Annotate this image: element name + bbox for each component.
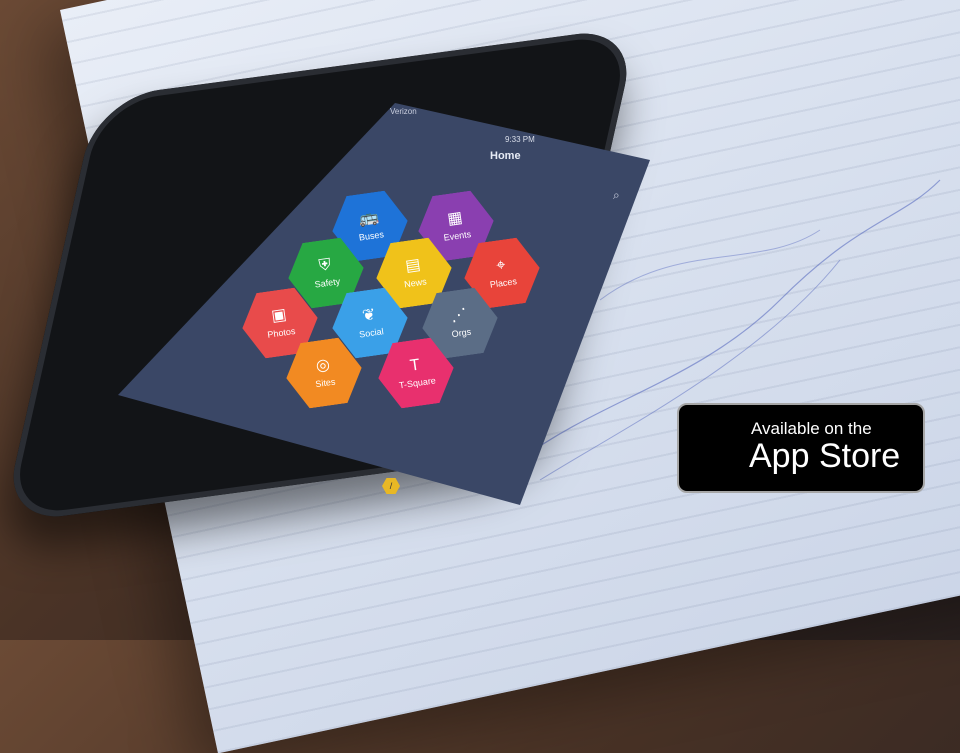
tile-label: Buses <box>358 229 385 243</box>
photo-icon: ▣ <box>270 306 288 326</box>
tile-label: Social <box>358 326 385 340</box>
status-bar: Verizon <box>390 107 417 116</box>
map-pin-icon: ⌖ <box>495 256 507 275</box>
shield-icon: ⛨ <box>317 256 333 275</box>
app-store-line2: App Store <box>749 437 901 475</box>
search-icon[interactable]: ⌕ <box>613 188 620 203</box>
compass-icon: ◎ <box>314 356 332 375</box>
status-time: 9:33 PM <box>505 135 535 144</box>
bird-icon: ❦ <box>361 306 377 325</box>
tile-label: Photos <box>266 326 296 340</box>
app-store-line1: Available on the <box>751 419 872 438</box>
app-store-badge[interactable]: Available on the App Store <box>677 403 925 493</box>
t-icon: T <box>408 356 421 375</box>
screen-title: Home <box>490 150 521 162</box>
tile-label: Sites <box>314 376 336 390</box>
network-icon: ⋰ <box>449 306 469 326</box>
tile-label: Safety <box>314 276 341 290</box>
bus-icon: 🚌 <box>357 208 380 229</box>
calendar-icon: ▦ <box>446 209 464 229</box>
tile-label: Events <box>443 229 472 243</box>
tile-label: Orgs <box>451 326 472 340</box>
gt-logo <box>780 520 930 600</box>
carrier-label: Verizon <box>390 107 417 116</box>
tile-label: T-Square <box>398 375 437 391</box>
tile-label: Places <box>489 276 518 290</box>
newspaper-icon: ▤ <box>404 256 422 276</box>
tile-label: News <box>403 276 428 290</box>
